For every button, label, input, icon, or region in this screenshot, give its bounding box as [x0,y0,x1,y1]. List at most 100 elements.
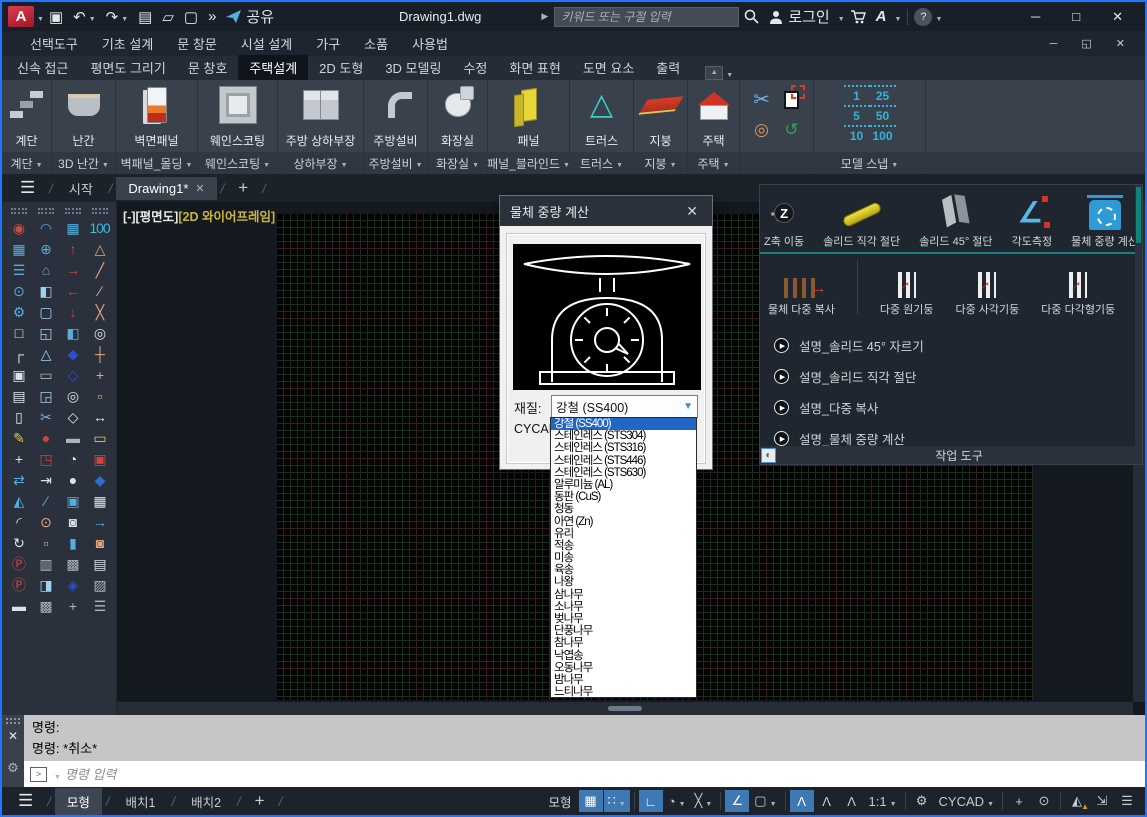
maximize-button[interactable]: □ [1056,4,1096,30]
left-toolbar-icon[interactable]: → [89,512,111,533]
tool-multi-square-column[interactable]: → 다중 사각기둥 [956,272,1020,320]
ribbon-tab[interactable]: 출력 [645,55,691,80]
workspace-gear-icon[interactable]: ⚙ [910,790,934,812]
object-snap-icon[interactable]: ▢ [750,790,780,812]
left-toolbar-icon[interactable]: ▣ [8,365,30,386]
clean-screen-crosshair-icon[interactable]: + [1007,790,1031,812]
left-toolbar-icon[interactable]: ◔ [62,449,84,470]
left-toolbar-icon[interactable]: ▦ [8,239,30,260]
left-toolbar-icon[interactable]: → [62,260,84,281]
menu-item[interactable]: 가구 [304,31,352,56]
ribbon-button-railing[interactable]: 난간 [52,80,115,152]
ribbon-group-wall-panel[interactable]: 벽패널_몰딩 [116,152,197,174]
ribbon-button-kitchen-fixture[interactable]: 주방설비 [364,80,427,152]
left-toolbar-icon[interactable]: ▭ [35,365,57,386]
left-toolbar-icon[interactable]: ◧ [35,281,57,302]
left-toolbar-icon[interactable]: ● [62,470,84,491]
doc-minimize-button[interactable]: ─ [1038,31,1070,57]
isometric-drafting-icon[interactable]: ╳ [691,790,717,812]
dropdown-option[interactable]: 낙엽송 [551,650,696,662]
annotation-scale-value[interactable]: 1:1 [865,790,901,812]
left-toolbar-icon[interactable]: ▤ [89,554,111,575]
left-toolbar-icon[interactable]: ↻ [8,533,30,554]
search-input[interactable] [554,7,739,27]
command-input[interactable] [65,767,1139,782]
left-toolbar-icon[interactable]: ← [62,281,84,302]
left-toolbar-icon[interactable]: △ [35,344,57,365]
left-toolbar-icon[interactable]: 100 [89,218,111,239]
layout-tab-layout2[interactable]: 배치2 [179,788,233,815]
snap-value[interactable]: 10 [844,125,870,145]
fullscreen-icon[interactable]: ⇲ [1090,790,1114,812]
combobox-caret-icon[interactable]: ▼ [683,401,693,412]
search-button[interactable] [739,4,764,30]
left-toolbar-icon[interactable]: + [89,365,111,386]
menu-item[interactable]: 소품 [352,31,400,56]
model-space-label[interactable]: 모형 [549,792,572,811]
left-toolbar-icon[interactable]: ⇥ [35,470,57,491]
palette-help-item[interactable]: ▶ 설명_솔리드 45° 자르기 [760,330,924,361]
left-toolbar-icon[interactable]: ▭ [89,428,111,449]
left-toolbar-icon[interactable]: ▦ [89,491,111,512]
left-toolbar-icon[interactable]: ▢ [35,302,57,323]
ortho-mode-icon[interactable]: ∟ [639,790,663,812]
left-toolbar-icon[interactable]: ⌂ [35,260,57,281]
left-toolbar-icon[interactable]: ✎ [8,428,30,449]
left-toolbar-icon[interactable]: ▩ [35,596,57,617]
graphics-performance-icon[interactable]: ◭▲ [1065,790,1089,812]
ribbon-group-wainscoting[interactable]: 웨인스코팅 [198,152,277,174]
app-menu-caret-icon[interactable] [34,9,44,24]
ribbon-tab[interactable]: 문 창호 [177,55,239,80]
menu-item[interactable]: 사용법 [400,31,460,56]
command-prompt-caret-icon[interactable] [51,767,61,782]
ribbon-tab[interactable]: 수정 [452,55,498,80]
isolate-objects-icon[interactable]: ⊙ [1032,790,1056,812]
menu-item[interactable]: 기초 설계 [90,31,165,56]
toolbar-grip[interactable] [92,208,108,214]
left-toolbar-icon[interactable]: ☰ [89,596,111,617]
palette-scrollbar-handle[interactable] [1136,187,1141,243]
login-button[interactable]: 로그인 [764,4,834,30]
ribbon-tab[interactable]: 주택설계 [238,55,308,80]
command-prompt-icon[interactable]: > [30,767,47,782]
dropdown-option[interactable]: 미송 [551,552,696,564]
ribbon-button-house[interactable]: 주택 [688,80,739,152]
snap-value[interactable]: 1 [844,85,870,105]
ribbon-button-model-snap[interactable]: 1 25 5 50 10 100 [814,80,925,152]
left-toolbar-icon[interactable]: ▫ [35,533,57,554]
left-toolbar-icon[interactable]: ↓ [62,302,84,323]
login-caret-icon[interactable] [835,9,845,24]
ribbon-tab[interactable]: 3D 모델링 [374,55,452,80]
left-toolbar-icon[interactable]: ▣ [62,491,84,512]
left-toolbar-icon[interactable]: ◇ [62,407,84,428]
palette-help-item[interactable]: ▶ 설명_솔리드 직각 절단 [760,361,916,392]
left-toolbar-icon[interactable]: Ⓟ [8,554,30,575]
left-toolbar-icon[interactable]: ◙ [89,533,111,554]
left-toolbar-icon[interactable]: ⊙ [8,281,30,302]
left-toolbar-icon[interactable]: ╱ [89,260,111,281]
left-toolbar-icon[interactable]: ◲ [35,386,57,407]
left-toolbar-icon[interactable]: ▤ [8,386,30,407]
horizontal-scrollbar-handle[interactable] [608,706,642,711]
horizontal-scrollbar[interactable] [117,702,1133,715]
grid-display-icon[interactable]: ▦ [579,790,603,812]
customization-menu-icon[interactable]: ☰ [1115,790,1139,812]
left-toolbar-icon[interactable]: ▫ [89,386,111,407]
left-toolbar-icon[interactable]: ⚙ [8,302,30,323]
dropdown-option[interactable]: 단풍나무 [551,625,696,637]
material-combobox[interactable]: 강철 (SS400) ▼ [551,395,698,418]
ribbon-button-roof[interactable]: 지붕 [634,80,687,152]
ribbon-group-kitchen-cabinet[interactable]: 상하부장 [278,152,363,174]
viewport-view-control[interactable]: [평면도] [136,210,179,224]
ribbon-group-kitchen-fixture[interactable]: 주방설비 [364,152,427,174]
ribbon-group-railing[interactable]: 3D 난간 [52,152,115,174]
plot-button[interactable]: ▤ [133,4,157,30]
dropdown-option[interactable]: 청동 [551,503,696,515]
redo-button[interactable]: ↷ [101,4,134,30]
scissors-icon[interactable]: ✂ [753,87,770,112]
left-toolbar-icon[interactable]: ✂ [35,407,57,428]
dropdown-option[interactable]: 스테인레스 (STS630) [551,467,696,479]
left-toolbar-icon[interactable]: ╳ [89,302,111,323]
ribbon-group-panel[interactable]: 패널_블라인드 [488,152,569,174]
layout-tab-layout1[interactable]: 배치1 [114,788,168,815]
